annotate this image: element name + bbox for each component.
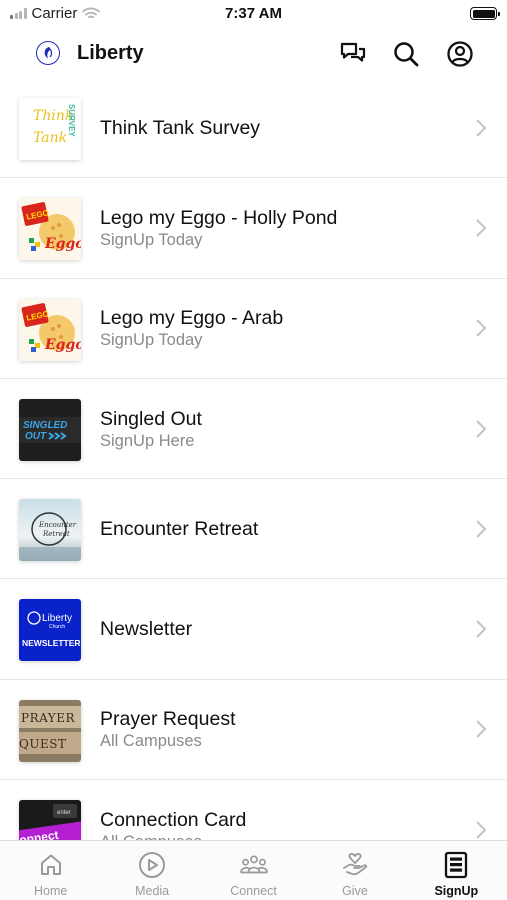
list-item-lego-my-eggo-holly-pond[interactable]: LEGO Eggo Lego my Eggo - Holly Pond Sign… bbox=[0, 178, 507, 279]
prayer-request-thumbnail: PRAYER QUEST bbox=[19, 699, 81, 762]
singled-out-thumbnail: SINGLED OUT bbox=[19, 398, 81, 461]
item-title: Lego my Eggo - Arab bbox=[100, 307, 284, 330]
item-subtitle: SignUp Here bbox=[100, 431, 195, 450]
item-title: Singled Out bbox=[100, 407, 202, 430]
list-item-lego-my-eggo-arab[interactable]: LEGO Eggo Lego my Eggo - Arab SignUp Tod… bbox=[0, 279, 507, 379]
home-icon bbox=[36, 850, 66, 880]
list-item-singled-out[interactable]: SINGLED OUT Singled Out SignUp Here bbox=[0, 379, 507, 480]
list-item-newsletter[interactable]: Liberty Church NEWSLETTER Newsletter bbox=[0, 579, 507, 680]
search-icon[interactable] bbox=[391, 39, 421, 69]
svg-text:QUEST: QUEST bbox=[19, 737, 66, 751]
status-time: 7:37 AM bbox=[225, 5, 282, 22]
play-icon bbox=[137, 850, 167, 880]
svg-text:PRAYER: PRAYER bbox=[21, 711, 75, 725]
status-bar: Carrier 7:37 AM bbox=[0, 0, 507, 30]
tab-give[interactable]: Give bbox=[304, 841, 405, 900]
svg-text:Retreat: Retreat bbox=[42, 530, 70, 538]
list-item-connection-card[interactable]: enter onnect Connection Card All Campuse… bbox=[0, 780, 507, 840]
tab-signup[interactable]: SignUp bbox=[406, 841, 507, 900]
tab-label: Give bbox=[342, 884, 368, 898]
item-title: Connection Card bbox=[100, 808, 247, 831]
item-subtitle: All Campuses bbox=[100, 732, 202, 751]
bottom-tab-bar: Home Media Connect Give SignUp bbox=[0, 840, 507, 900]
tab-label: Connect bbox=[230, 884, 277, 898]
tab-label: Home bbox=[34, 884, 68, 898]
svg-text:SURVEY: SURVEY bbox=[67, 104, 76, 137]
chat-icon[interactable] bbox=[338, 39, 368, 69]
item-title: Lego my Eggo - Holly Pond bbox=[100, 206, 338, 229]
signup-list: Think Tank SURVEY Think Tank Survey LEGO… bbox=[0, 78, 507, 840]
give-hand-icon bbox=[340, 850, 370, 880]
tab-label: Media bbox=[135, 884, 170, 898]
item-title: Newsletter bbox=[100, 618, 193, 641]
item-title: Think Tank Survey bbox=[100, 116, 261, 139]
list-item-think-tank-survey[interactable]: Think Tank SURVEY Think Tank Survey bbox=[0, 78, 507, 179]
chevron-right-icon bbox=[476, 118, 487, 137]
list-item-encounter-retreat[interactable]: Encounter Retreat Encounter Retreat bbox=[0, 479, 507, 580]
chevron-right-icon bbox=[476, 620, 487, 638]
svg-text:Eggo: Eggo bbox=[44, 337, 81, 353]
tab-connect[interactable]: Connect bbox=[203, 841, 304, 900]
item-title: Prayer Request bbox=[100, 708, 236, 731]
lego-my-eggo-thumbnail: LEGO Eggo bbox=[19, 298, 81, 361]
app-title: Liberty bbox=[77, 42, 144, 64]
svg-text:Church: Church bbox=[49, 624, 65, 630]
encounter-retreat-thumbnail: Encounter Retreat bbox=[19, 499, 81, 562]
svg-text:Eggo: Eggo bbox=[44, 236, 81, 252]
list-item-prayer-request[interactable]: PRAYER QUEST Prayer Request All Campuses bbox=[0, 680, 507, 781]
item-subtitle: All Campuses bbox=[100, 832, 457, 840]
item-subtitle: SignUp Today bbox=[100, 230, 203, 249]
tab-media[interactable]: Media bbox=[101, 841, 202, 900]
lego-my-eggo-thumbnail: LEGO Eggo bbox=[19, 198, 81, 261]
item-title: Encounter Retreat bbox=[100, 517, 259, 540]
svg-text:Liberty: Liberty bbox=[42, 613, 72, 624]
svg-text:OUT: OUT bbox=[25, 431, 47, 442]
svg-text:Tank: Tank bbox=[33, 130, 67, 146]
tab-label: SignUp bbox=[434, 884, 479, 898]
newsletter-thumbnail: Liberty Church NEWSLETTER bbox=[19, 599, 81, 662]
think-tank-survey-thumbnail: Think Tank SURVEY bbox=[19, 98, 81, 160]
battery-icon bbox=[470, 7, 500, 20]
profile-icon[interactable] bbox=[445, 39, 475, 69]
chevron-right-icon bbox=[476, 720, 487, 739]
chevron-right-icon bbox=[476, 419, 487, 438]
tab-home[interactable]: Home bbox=[0, 841, 101, 900]
connection-card-thumbnail: enter onnect bbox=[19, 800, 81, 840]
item-subtitle: SignUp Today bbox=[100, 331, 203, 350]
top-navigation-bar: Liberty bbox=[0, 30, 507, 78]
liberty-logo-icon[interactable] bbox=[36, 41, 60, 65]
svg-text:SINGLED: SINGLED bbox=[23, 420, 67, 431]
chevron-right-icon bbox=[476, 520, 487, 538]
svg-text:Encounter: Encounter bbox=[38, 521, 77, 529]
signup-form-icon bbox=[441, 850, 471, 880]
people-icon bbox=[239, 850, 269, 880]
svg-text:NEWSLETTER: NEWSLETTER bbox=[22, 638, 81, 648]
chevron-right-icon bbox=[476, 821, 487, 839]
chevron-right-icon bbox=[476, 219, 487, 237]
chevron-right-icon bbox=[476, 319, 487, 337]
svg-text:enter: enter bbox=[57, 810, 71, 816]
